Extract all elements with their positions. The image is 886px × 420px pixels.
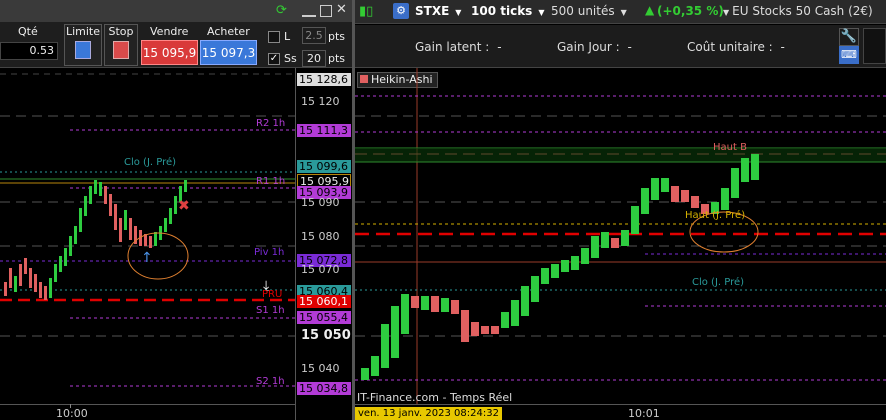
symbol-label: STXE — [415, 4, 450, 18]
unit-cost: Coût unitaire : - — [687, 40, 785, 54]
latent-gain-label: Gain latent : — [415, 40, 490, 54]
day-gain: Gain Jour : - — [557, 40, 632, 54]
highlight-ellipse — [127, 232, 189, 280]
close-icon[interactable]: ✕ — [336, 2, 350, 18]
left-time-label: 10:00 — [56, 407, 88, 420]
level-haut-b: Haut B — [713, 142, 747, 153]
change-value: (+0,35 %) — [657, 4, 724, 18]
right-panel: ▮▯ ⚙ STXE ▼ 100 ticks ▼ 500 unités ▼ ▲ (+0,… — [355, 0, 886, 420]
l-checkbox[interactable] — [268, 31, 280, 43]
stop-order-icon — [113, 41, 129, 59]
footer-source: IT-Finance.com - Temps Réel — [357, 391, 513, 404]
maximize-icon[interactable] — [320, 5, 332, 17]
wrench-icon[interactable]: 🔧 — [839, 28, 859, 46]
axis-price: 15 090 — [301, 196, 340, 209]
level-haut-j: Haut (J. Pré) — [685, 210, 746, 221]
cross-marker-icon: ✖ — [178, 198, 190, 214]
spread-band — [355, 148, 886, 162]
axis-price: 15 050 — [301, 328, 351, 343]
level-clo: Clo (J. Pré) — [124, 157, 177, 168]
axis-price: 15 055,4 — [297, 311, 351, 324]
axis-price: 15 128,6 — [297, 73, 351, 86]
limit-label: Limite — [65, 25, 101, 38]
level-pru: PRU — [262, 289, 283, 300]
right-time-label: 10:01 — [628, 407, 660, 420]
qty-label: Qté — [18, 25, 38, 38]
candles-right — [361, 154, 759, 380]
axis-price: 15 070 — [301, 263, 340, 276]
settings-icon[interactable]: ⚙ — [393, 3, 409, 19]
ss-label: Ss — [284, 52, 297, 65]
unit-cost-label: Coût unitaire : — [687, 40, 773, 54]
axis-price: 15 120 — [301, 95, 340, 108]
latent-gain-value: - — [497, 40, 502, 54]
chevron-down-icon: ▼ — [455, 8, 462, 17]
axis-price: 15 080 — [301, 230, 340, 243]
l-label: L — [284, 30, 291, 43]
left-chart[interactable]: ✖ ↑ ⤓ — [0, 68, 295, 404]
stop-label: Stop — [108, 25, 134, 38]
ss-unit: pts — [328, 52, 346, 65]
instrument-select[interactable]: ▼ EU Stocks 50 Cash (2€) — [723, 4, 886, 20]
chevron-down-icon: ▼ — [620, 8, 627, 17]
l-unit: pts — [328, 30, 346, 43]
ss-input[interactable]: 20 — [302, 50, 326, 67]
ss-checkbox[interactable]: ✓ — [268, 53, 280, 65]
left-titlebar — [0, 0, 352, 22]
level-s2: S2 1h — [256, 376, 285, 387]
left-panel: ⟳ ✕ Qté 0.53 Limite Stop Vendre 15 095,9… — [0, 0, 352, 420]
instrument-label: EU Stocks 50 Cash (2€) — [732, 4, 873, 18]
buy-arrow-icon: ↑ — [141, 250, 153, 266]
level-r1: R1 1h — [256, 176, 286, 187]
right-chart[interactable] — [355, 68, 886, 404]
gains-side-box — [863, 28, 886, 64]
axis-price: 15 060,1 — [297, 295, 351, 308]
refresh-icon[interactable]: ⟳ — [276, 3, 294, 19]
latent-gain: Gain latent : - — [415, 40, 502, 54]
minimize-icon[interactable] — [302, 3, 316, 17]
limit-order-icon — [75, 41, 91, 59]
units-select[interactable]: 500 unités ▼ — [551, 4, 637, 20]
sell-label: Vendre — [150, 25, 189, 38]
l-input[interactable]: 2.5 — [302, 27, 326, 44]
candles-left — [4, 180, 187, 300]
candle-chart-icon[interactable]: ▮▯ — [359, 4, 377, 20]
sell-button[interactable]: 15 095,9 — [141, 40, 198, 65]
axis-price: 15 111,3 — [297, 124, 351, 137]
date-badge: ven. 13 janv. 2023 08:24:32 — [355, 407, 502, 420]
axis-price: 15 040 — [301, 362, 340, 375]
chevron-down-icon: ▼ — [538, 8, 545, 17]
axis-price: 15 099,6 — [297, 160, 351, 173]
chevron-down-icon: ▼ — [723, 8, 730, 17]
ticks-select[interactable]: 100 ticks ▼ — [471, 4, 545, 20]
stop-button[interactable]: Stop — [104, 24, 138, 66]
level-s1: S1 1h — [256, 305, 285, 316]
day-gain-label: Gain Jour : — [557, 40, 620, 54]
qty-input[interactable]: 0.53 — [0, 42, 58, 60]
buy-label: Acheter — [207, 25, 250, 38]
symbol-select[interactable]: STXE ▼ — [415, 4, 465, 20]
level-clo-right: Clo (J. Pré) — [692, 277, 745, 288]
units-label: 500 unités — [551, 4, 615, 18]
level-piv: Piv 1h — [254, 247, 285, 258]
level-r2: R2 1h — [256, 118, 286, 129]
limit-button[interactable]: Limite — [64, 24, 102, 66]
ticks-label: 100 ticks — [471, 4, 533, 18]
keyboard-icon[interactable]: ⌨ — [839, 46, 859, 64]
left-time-axis — [0, 404, 295, 420]
axis-price: 15 034,8 — [297, 382, 351, 395]
unit-cost-value: - — [780, 40, 785, 54]
buy-button[interactable]: 15 097,3 — [200, 40, 257, 65]
day-gain-value: - — [627, 40, 632, 54]
